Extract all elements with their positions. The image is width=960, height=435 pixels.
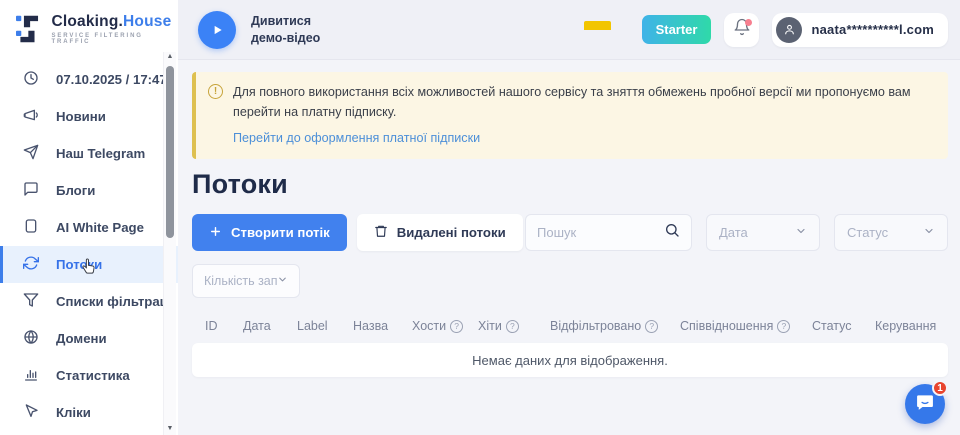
sidebar: Cloaking.House SERVICE FILTERING TRAFFIC… [0,0,178,435]
language-flag-ukraine[interactable] [584,21,611,39]
trial-warning-banner: ! Для повного використання всіх можливос… [192,72,948,159]
column-header-id: ID [205,319,243,333]
funnel-icon [23,292,39,311]
records-count-dropdown[interactable]: Кількість запи [192,264,300,298]
deleted-streams-button[interactable]: Видалені потоки [357,214,523,251]
chat-bubble-icon [23,181,39,200]
brand-logo[interactable]: Cloaking.House SERVICE FILTERING TRAFFIC [0,0,178,57]
actions-row: Створити потік Видалені потоки Дата [192,214,948,251]
sidebar-item-label: Блоги [56,183,95,198]
user-email: naata**********l.com [811,22,934,37]
sidebar-scrollbar[interactable]: ▲ ▼ [163,52,176,435]
brand-name: Cloaking.House [51,13,178,31]
column-header-label: Label [297,319,353,333]
column-header-date: Дата [243,319,297,333]
column-header-ratio: Співвідношення? [680,319,812,333]
avatar [776,17,802,43]
column-header-status: Статус [812,319,875,333]
chevron-down-icon [795,225,807,240]
sidebar-item-blogs[interactable]: Блоги [0,172,178,209]
sidebar-item-label: Кліки [56,405,91,420]
help-icon[interactable]: ? [645,320,658,333]
plan-badge[interactable]: Starter [642,15,712,44]
brand-logo-icon [16,14,42,44]
sidebar-item-clicks[interactable]: Кліки [0,394,178,431]
sidebar-item-label: AI White Page [56,220,144,235]
sidebar-item-news[interactable]: Новини [0,98,178,135]
table-header-row: ID Дата Label Назва Хости? Хіти? Відфіль… [192,316,948,336]
chevron-down-icon [277,274,288,288]
status-filter-dropdown[interactable]: Статус [834,214,948,251]
sidebar-datetime-label: 07.10.2025 / 17:47 [56,72,167,87]
topbar-right: Starter naata**********l.com [584,13,948,47]
column-header-hosts: Хости? [412,319,478,333]
bar-chart-icon [23,366,39,385]
scroll-down-icon[interactable]: ▼ [167,424,174,434]
watch-demo-label: Дивитися демо-відео [251,13,320,46]
banner-text: Для повного використання всіх можливосте… [233,83,924,122]
subscription-link[interactable]: Перейти до оформлення платної підписки [233,131,480,145]
notification-dot [745,19,752,26]
date-filter-dropdown[interactable]: Дата [706,214,820,251]
chat-unread-badge: 1 [932,380,948,396]
page-title: Потоки [192,169,948,200]
main-content: ! Для повного використання всіх можливос… [178,60,960,435]
chat-widget-button[interactable]: 1 [905,384,945,424]
sidebar-item-streams[interactable]: Потоки [0,246,178,283]
sidebar-item-label: Списки фільтрації [56,294,175,309]
sidebar-item-domains[interactable]: Домени [0,320,178,357]
empty-state-message: Немає даних для відображення. [472,353,668,368]
scrollbar-thumb[interactable] [166,66,174,238]
user-menu[interactable]: naata**********l.com [772,13,948,47]
sidebar-datetime: 07.10.2025 / 17:47 [0,61,178,98]
brand-name-primary: Cloaking. [51,13,123,30]
trash-icon [374,224,388,241]
sidebar-item-label: Новини [56,109,106,124]
telegram-icon [23,144,39,163]
app-root: Cloaking.House SERVICE FILTERING TRAFFIC… [0,0,960,435]
cursor-icon [23,403,39,422]
empty-state: Немає даних для відображення. [192,343,948,377]
help-icon[interactable]: ? [450,320,463,333]
brand-name-secondary: House [123,13,171,30]
search-icon[interactable] [664,222,680,243]
search-input[interactable] [537,225,664,240]
sidebar-nav: 07.10.2025 / 17:47 Новини Наш Telegram Б… [0,61,178,431]
column-header-name: Назва [353,319,412,333]
sidebar-item-label: Домени [56,331,107,346]
column-header-filtered: Відфільтровано? [550,319,680,333]
sidebar-item-statistics[interactable]: Статистика [0,357,178,394]
chevron-down-icon [923,225,935,240]
globe-icon [23,329,39,348]
help-icon[interactable]: ? [506,320,519,333]
sidebar-item-label: Потоки [56,257,102,272]
brand-tagline: SERVICE FILTERING TRAFFIC [51,33,178,45]
sidebar-item-label: Статистика [56,368,130,383]
sidebar-item-ai-white-page[interactable]: AI White Page [0,209,178,246]
sync-icon [23,255,39,274]
search-box[interactable] [525,214,692,251]
play-icon[interactable] [198,11,236,49]
notifications-button[interactable] [724,13,759,47]
chat-icon [915,392,935,417]
topbar: Дивитися демо-відео Starter naata*******… [178,0,960,60]
watch-demo-button[interactable]: Дивитися демо-відео [198,11,320,49]
sidebar-item-filter-lists[interactable]: Списки фільтрації [0,283,178,320]
clock-icon [23,70,39,89]
scroll-up-icon[interactable]: ▲ [167,52,174,62]
column-header-hits: Хіти? [478,319,550,333]
sidebar-item-label: Наш Telegram [56,146,145,161]
column-header-management: Керування [875,319,948,333]
help-icon[interactable]: ? [777,320,790,333]
plus-icon [209,225,222,241]
warning-icon: ! [208,84,223,99]
page-icon [23,218,39,237]
megaphone-icon [23,107,39,126]
sidebar-item-telegram[interactable]: Наш Telegram [0,135,178,172]
create-stream-button[interactable]: Створити потік [192,214,347,251]
